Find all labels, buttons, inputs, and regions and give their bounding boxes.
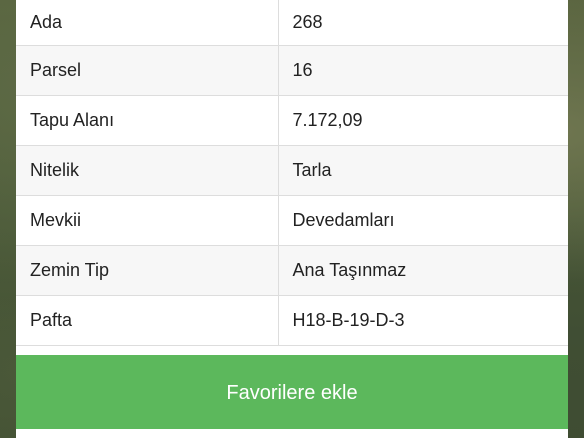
property-label: Ada [16,0,279,46]
property-label: Pafta [16,295,279,346]
property-value: Devedamları [278,195,568,246]
property-value: Ana Taşınmaz [278,245,568,296]
property-value: 16 [278,45,568,96]
property-value: 7.172,09 [278,95,568,146]
table-row-zemin-tip: Zemin Tip Ana Taşınmaz [16,245,568,296]
table-row-ada: Ada 268 [16,0,568,46]
add-to-favorites-button[interactable]: Favorilere ekle [16,355,568,429]
table-row-tapu-alani: Tapu Alanı 7.172,09 [16,95,568,146]
table-row-mevkii: Mevkii Devedamları [16,195,568,246]
property-label: Zemin Tip [16,245,279,296]
property-value: 268 [278,0,568,46]
property-label: Parsel [16,45,279,96]
property-label: Nitelik [16,145,279,196]
parcel-properties-table: Ada 268 Parsel 16 Tapu Alanı 7.172,09 Ni… [16,0,568,346]
property-value: H18-B-19-D-3 [278,295,568,346]
property-label: Tapu Alanı [16,95,279,146]
table-row-pafta: Pafta H18-B-19-D-3 [16,295,568,346]
table-row-parsel: Parsel 16 [16,45,568,96]
property-label: Mevkii [16,195,279,246]
property-value: Tarla [278,145,568,196]
table-row-nitelik: Nitelik Tarla [16,145,568,196]
